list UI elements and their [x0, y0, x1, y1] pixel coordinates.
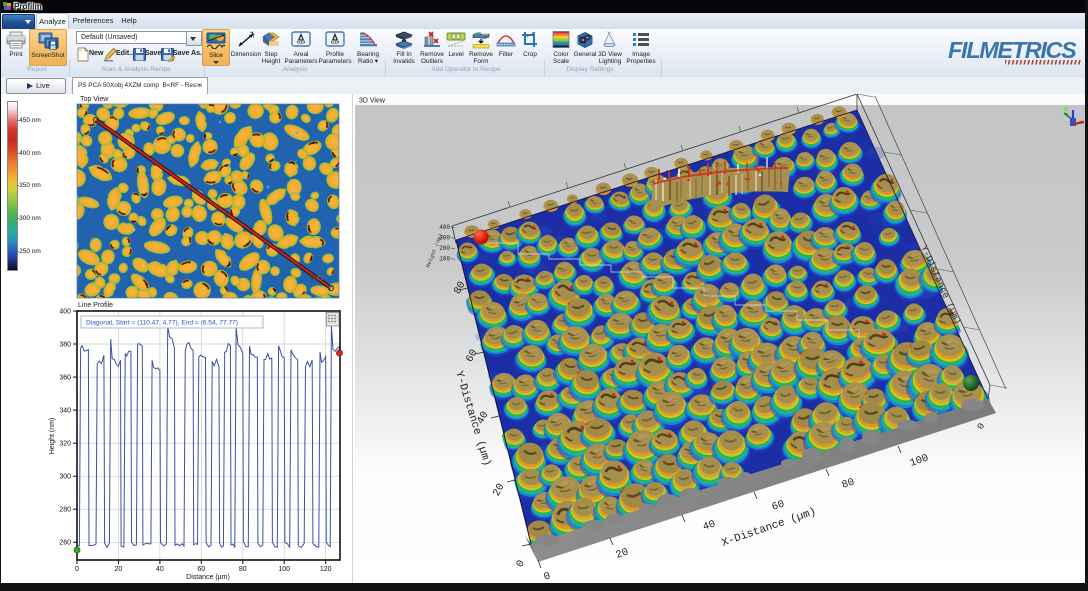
svg-text:Distance (µm): Distance (µm) — [186, 574, 230, 581]
svg-text:40: 40 — [156, 566, 164, 573]
svg-text:Height (nm): Height (nm) — [49, 418, 56, 455]
svg-text:400: 400 — [439, 224, 450, 231]
svg-text:100: 100 — [278, 566, 290, 573]
svg-text:320: 320 — [59, 441, 71, 448]
svg-text:3D View: 3D View — [359, 98, 386, 105]
svg-text:340: 340 — [59, 408, 71, 415]
svg-text:80: 80 — [239, 566, 247, 573]
svg-text:200: 200 — [439, 245, 450, 252]
svg-text:300: 300 — [59, 474, 71, 481]
svg-text:280: 280 — [59, 507, 71, 514]
svg-text:260: 260 — [59, 540, 71, 547]
svg-text:120: 120 — [320, 566, 332, 573]
svg-text:60: 60 — [197, 566, 205, 573]
svg-text:380: 380 — [59, 341, 71, 348]
svg-text:100: 100 — [439, 256, 450, 263]
svg-text:Diagonal, Start = (110.47, 4.7: Diagonal, Start = (110.47, 4.77), End = … — [86, 320, 238, 327]
svg-text:0: 0 — [75, 566, 79, 573]
svg-text:400: 400 — [59, 308, 71, 315]
svg-text:20: 20 — [115, 566, 123, 573]
svg-text:360: 360 — [59, 375, 71, 382]
